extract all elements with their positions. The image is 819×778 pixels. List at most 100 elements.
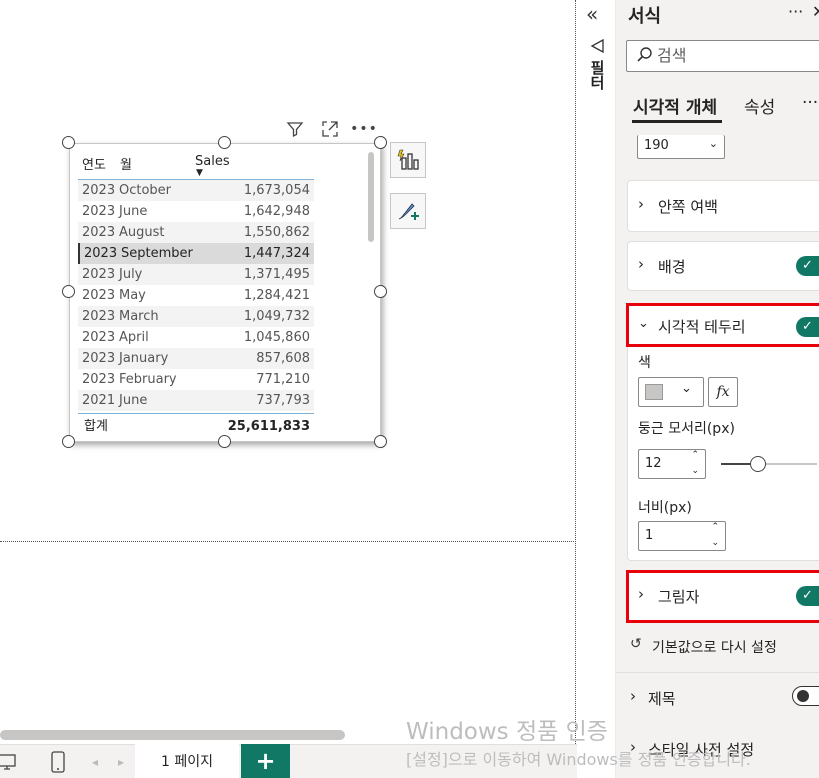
total-value: 25,611,833 xyxy=(227,419,310,434)
title-toggle[interactable] xyxy=(792,686,819,706)
cell-year: 2023 xyxy=(82,204,116,219)
table-row[interactable]: 2023 August 1,550,862 xyxy=(78,222,314,243)
cell-year: 2021 xyxy=(82,393,116,408)
collapse-chevrons-icon[interactable]: « xyxy=(586,2,598,26)
column-header-year[interactable]: 연도 xyxy=(82,154,106,173)
cell-month: July xyxy=(119,267,143,282)
cell-year: 2023 xyxy=(82,330,116,345)
search-icon xyxy=(636,46,654,68)
tab-general[interactable]: 속성 xyxy=(744,93,775,118)
cell-sales: 1,284,421 xyxy=(243,288,310,303)
close-icon[interactable]: ✕ xyxy=(812,2,819,21)
rounded-corners-value: 12 xyxy=(645,456,662,471)
highlight-box-shadow xyxy=(626,570,819,623)
tabs-more-icon[interactable]: ··· xyxy=(802,93,818,113)
format-pane: 서식 ··· ✕ 검색 시각적 개체 속성 ··· 190 ⌄ › 안쪽 여백 … xyxy=(616,0,819,778)
resize-handle[interactable] xyxy=(218,136,231,149)
column-header-sales[interactable]: Sales xyxy=(195,154,230,169)
filter-pane-collapsed[interactable]: « 필터 xyxy=(577,0,616,778)
cell-sales: 1,049,732 xyxy=(243,309,310,324)
cell-month: August xyxy=(119,225,165,240)
table-row[interactable]: 2023 June 1,642,948 xyxy=(78,201,314,222)
cell-sales: 1,550,862 xyxy=(243,225,310,240)
search-input[interactable]: 검색 xyxy=(626,40,819,72)
rounded-corners-label: 둥근 모서리(px) xyxy=(638,421,735,437)
table-row[interactable]: 2023 September 1,447,324 xyxy=(78,243,314,264)
cell-year: 2023 xyxy=(82,225,116,240)
background-toggle[interactable]: ✓ xyxy=(796,256,819,276)
data-table: 연도 월 Sales ▼ 2023 October 1,673,054 2023 Jun… xyxy=(78,150,314,439)
page-prev-icon[interactable]: ◂ xyxy=(88,745,102,778)
conditional-format-fx-button[interactable]: fx xyxy=(708,377,738,407)
windows-activation-watermark: Windows 정품 인증 xyxy=(406,719,608,745)
table-row[interactable]: 2023 May 1,284,421 xyxy=(78,285,314,306)
section-background[interactable]: › 배경 ✓ xyxy=(627,241,819,291)
table-row[interactable]: 2023 October 1,673,054 xyxy=(78,180,314,201)
sort-descending-icon: ▼ xyxy=(196,168,203,178)
format-visual-button[interactable] xyxy=(390,193,426,229)
highlight-box-border xyxy=(626,303,819,347)
cell-year: 2023 xyxy=(82,267,116,282)
reset-to-default-link[interactable]: 기본값으로 다시 설정 xyxy=(652,637,777,657)
canvas-horizontal-scrollbar[interactable] xyxy=(0,730,345,740)
rounded-corners-input[interactable]: 12 ⌃ ⌄ xyxy=(638,449,706,479)
filter-icon[interactable] xyxy=(285,119,305,139)
tab-underline xyxy=(632,120,722,123)
cell-month: September xyxy=(121,246,193,261)
page-tab-1[interactable]: 1 페이지 xyxy=(135,744,239,778)
filter-pane-label[interactable]: 필터 xyxy=(587,60,608,90)
border-color-picker[interactable]: ⌄ xyxy=(638,377,704,407)
table-row[interactable]: 2023 April 1,045,860 xyxy=(78,327,314,348)
cell-sales: 857,608 xyxy=(256,351,310,366)
total-label: 합계 xyxy=(84,419,108,434)
table-row[interactable]: 2021 June 737,793 xyxy=(78,390,314,411)
page-next-icon[interactable]: ▸ xyxy=(114,745,128,778)
table-row[interactable]: 2023 March 1,049,732 xyxy=(78,306,314,327)
chevron-right-icon: › xyxy=(630,687,636,705)
cell-month: May xyxy=(119,288,146,303)
quick-insights-button[interactable] xyxy=(390,142,426,178)
focus-mode-icon[interactable] xyxy=(320,119,340,139)
resize-handle[interactable] xyxy=(62,435,75,448)
cell-month: June xyxy=(119,393,148,408)
resize-handle[interactable] xyxy=(62,136,75,149)
resize-handle[interactable] xyxy=(374,285,387,298)
table-row[interactable]: 2023 February 771,210 xyxy=(78,369,314,390)
chevron-right-icon: › xyxy=(638,255,644,273)
section-padding[interactable]: › 안쪽 여백 xyxy=(627,180,819,232)
stepper-icon[interactable]: ⌃ ⌄ xyxy=(711,519,719,551)
section-background-title: 배경 xyxy=(658,258,686,276)
cell-sales: 1,371,495 xyxy=(243,267,310,282)
tab-visual[interactable]: 시각적 개체 xyxy=(633,93,717,118)
border-width-label: 너비(px) xyxy=(638,500,692,516)
table-row[interactable]: 2023 July 1,371,495 xyxy=(78,264,314,285)
slider-thumb[interactable] xyxy=(750,456,766,472)
windows-activation-watermark-sub: [설정]으로 이동하여 Windows를 정품 인증합니다. xyxy=(406,750,751,769)
reset-icon: ↺ xyxy=(630,636,642,652)
resize-handle[interactable] xyxy=(62,285,75,298)
stepper-icon[interactable]: ⌃ ⌄ xyxy=(691,447,699,479)
cell-sales: 737,793 xyxy=(256,393,310,408)
column-header-month[interactable]: 월 xyxy=(120,154,132,173)
cell-month: February xyxy=(119,372,177,387)
table-row[interactable]: 2023 January 857,608 xyxy=(78,348,314,369)
add-page-button[interactable]: + xyxy=(241,744,290,778)
cell-year: 2023 xyxy=(82,309,116,324)
resize-handle[interactable] xyxy=(374,136,387,149)
section-title-title[interactable]: 제목 xyxy=(648,688,676,709)
cell-year: 2023 xyxy=(84,246,118,261)
cell-year: 2023 xyxy=(82,183,116,198)
cell-year: 2023 xyxy=(82,351,116,366)
pane-more-icon[interactable]: ··· xyxy=(788,2,803,21)
table-scrollbar[interactable] xyxy=(368,152,374,242)
mobile-layout-icon[interactable] xyxy=(46,745,70,778)
cell-sales: 1,447,324 xyxy=(243,246,310,261)
border-width-input[interactable]: 1 ⌃ ⌄ xyxy=(638,521,726,551)
desktop-layout-icon[interactable] xyxy=(0,745,20,778)
cell-month: March xyxy=(119,309,159,324)
partial-number-input[interactable]: 190 ⌄ xyxy=(637,135,725,159)
chevron-down-icon: ⌄ xyxy=(681,381,692,396)
resize-handle[interactable] xyxy=(374,435,387,448)
more-options-icon[interactable]: ••• xyxy=(350,119,377,139)
cell-year: 2023 xyxy=(82,372,116,387)
